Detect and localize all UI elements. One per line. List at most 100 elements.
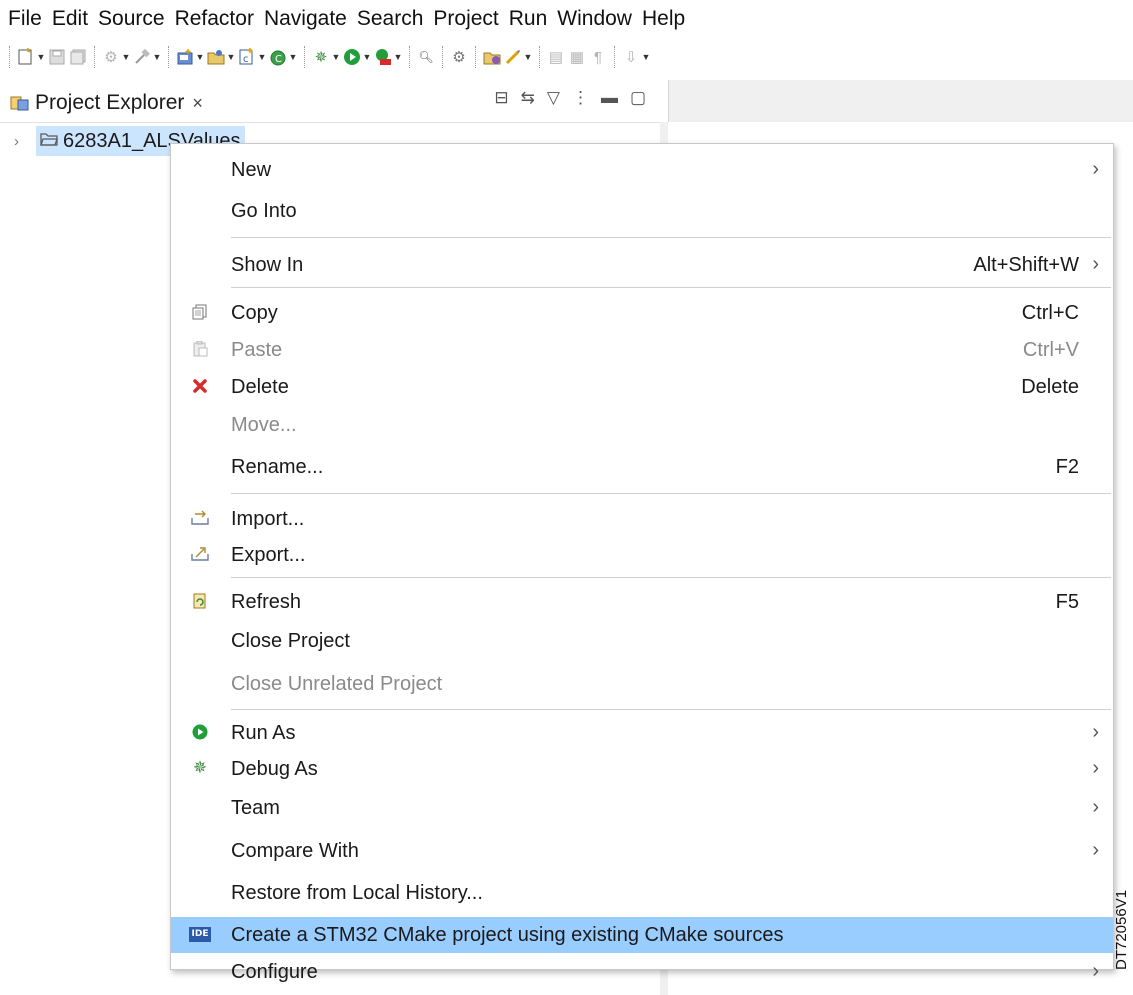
pen-icon bbox=[503, 47, 523, 67]
menu-search[interactable]: Search bbox=[352, 7, 429, 31]
project-explorer-icon bbox=[10, 94, 30, 112]
paste-icon bbox=[189, 338, 211, 360]
menu-item-paste[interactable]: Paste Ctrl+V bbox=[171, 332, 1113, 368]
chevron-right-icon: › bbox=[1092, 960, 1099, 982]
save-button[interactable] bbox=[47, 43, 67, 71]
chevron-down-icon[interactable]: ▼ bbox=[121, 47, 131, 67]
maximize-icon[interactable]: ▢ bbox=[630, 88, 646, 108]
new-file-icon bbox=[16, 47, 36, 67]
chevron-down-icon[interactable]: ▼ bbox=[288, 47, 298, 67]
debug-icon: ✵ bbox=[192, 758, 208, 777]
menu-navigate[interactable]: Navigate bbox=[259, 7, 352, 31]
chevron-right-icon[interactable]: › bbox=[14, 133, 36, 150]
device-config-button[interactable]: ⚙ bbox=[449, 43, 469, 71]
toggle-block-button[interactable]: ▦ bbox=[567, 43, 587, 71]
menu-project[interactable]: Project bbox=[428, 7, 503, 31]
run-toolbar-button[interactable]: ▼ bbox=[342, 43, 372, 71]
chevron-down-icon[interactable]: ▼ bbox=[393, 47, 403, 67]
menu-item-label: Show In bbox=[231, 254, 304, 276]
block-icon: ▦ bbox=[569, 49, 585, 66]
toggle-breadcrumb-button[interactable]: ▤ bbox=[546, 43, 566, 71]
pen-tool-button[interactable]: ▼ bbox=[503, 43, 533, 71]
filter-icon[interactable]: ▽ bbox=[547, 88, 560, 108]
menu-item-compare-with[interactable]: Compare With › bbox=[171, 833, 1113, 869]
menu-item-label: Export... bbox=[231, 544, 306, 566]
menu-item-rename[interactable]: Rename... F2 bbox=[171, 449, 1113, 485]
menu-item-import[interactable]: Import... bbox=[171, 501, 1113, 537]
chevron-down-icon[interactable]: ▼ bbox=[362, 47, 372, 67]
menu-item-label: Delete bbox=[231, 376, 289, 398]
menu-item-shortcut: Delete bbox=[1021, 376, 1079, 398]
menu-help[interactable]: Help bbox=[637, 7, 690, 31]
chevron-down-icon[interactable]: ▼ bbox=[226, 47, 236, 67]
search-toolbar-button[interactable]: 🔍︎ bbox=[416, 43, 436, 71]
menu-edit[interactable]: Edit bbox=[47, 7, 93, 31]
new-class-icon: C bbox=[268, 47, 288, 67]
link-with-editor-icon[interactable]: ⇆ bbox=[521, 88, 535, 108]
chevron-down-icon[interactable]: ▼ bbox=[331, 47, 341, 67]
chevron-down-icon[interactable]: ▼ bbox=[257, 47, 267, 67]
view-menu-icon[interactable]: ⋮ bbox=[572, 88, 589, 108]
menu-item-go-into[interactable]: Go Into bbox=[171, 193, 1113, 229]
menu-file[interactable]: File bbox=[0, 7, 47, 31]
ide-icon: IDE bbox=[189, 923, 211, 945]
build-button[interactable]: ▼ bbox=[132, 43, 162, 71]
save-all-button[interactable] bbox=[68, 43, 88, 71]
external-tools-button[interactable]: ▼ bbox=[373, 43, 403, 71]
menu-source[interactable]: Source bbox=[93, 7, 170, 31]
main-toolbar: ▼ ⚙ ▼ ▼ ▼ ▼ c ▼ C ▼ ✵ ▼ ▼ ▼ 🔍︎ ⚙ ▼ ▤ ▦ ¶… bbox=[0, 40, 1133, 74]
minimize-icon[interactable]: ▬ bbox=[601, 88, 618, 108]
menu-item-shortcut: Ctrl+V bbox=[1022, 339, 1079, 361]
menu-item-show-in[interactable]: Show In Alt+Shift+W › bbox=[171, 247, 1113, 283]
save-all-icon bbox=[68, 47, 88, 67]
new-source-file-button[interactable]: c ▼ bbox=[237, 43, 267, 71]
chevron-right-icon: › bbox=[1092, 796, 1099, 818]
document-id-label: DT72056V1 bbox=[1113, 889, 1130, 970]
menu-item-move[interactable]: Move... bbox=[171, 407, 1113, 443]
toolbar-separator bbox=[475, 46, 477, 68]
menu-window[interactable]: Window bbox=[552, 7, 637, 31]
menu-item-close-project[interactable]: Close Project bbox=[171, 623, 1113, 659]
menu-item-run-as[interactable]: Run As › bbox=[171, 715, 1113, 751]
open-perspective-button[interactable] bbox=[482, 43, 502, 71]
new-button[interactable]: ▼ bbox=[16, 43, 46, 71]
gear-icon: ⚙ bbox=[104, 49, 118, 66]
close-icon[interactable]: × bbox=[192, 93, 203, 114]
show-whitespace-button[interactable]: ¶ bbox=[588, 43, 608, 71]
chevron-down-icon[interactable]: ▼ bbox=[152, 47, 162, 67]
build-config-button[interactable]: ⚙ ▼ bbox=[101, 43, 131, 71]
svg-text:c: c bbox=[243, 54, 249, 65]
menu-item-label: Go Into bbox=[231, 200, 297, 222]
tab-label: Project Explorer bbox=[35, 91, 185, 114]
new-source-folder-button[interactable]: ▼ bbox=[206, 43, 236, 71]
chevron-right-icon: › bbox=[1092, 757, 1099, 779]
menu-run[interactable]: Run bbox=[504, 7, 553, 31]
menu-item-create-cmake-project[interactable]: IDE Create a STM32 CMake project using e… bbox=[171, 917, 1113, 953]
menu-item-export[interactable]: Export... bbox=[171, 537, 1113, 573]
collapse-all-icon[interactable]: ⊟ bbox=[494, 88, 508, 108]
chevron-down-icon[interactable]: ▼ bbox=[195, 47, 205, 67]
menu-item-copy[interactable]: Copy Ctrl+C bbox=[171, 295, 1113, 331]
chevron-down-icon[interactable]: ▼ bbox=[641, 47, 651, 67]
menu-item-restore-history[interactable]: Restore from Local History... bbox=[171, 875, 1113, 911]
next-annotation-button[interactable]: ⇩ ▼ bbox=[621, 43, 651, 71]
chevron-down-icon[interactable]: ▼ bbox=[36, 47, 46, 67]
refresh-icon bbox=[189, 590, 211, 612]
menu-item-team[interactable]: Team › bbox=[171, 790, 1113, 826]
chevron-down-icon[interactable]: ▼ bbox=[523, 47, 533, 67]
menu-separator bbox=[231, 237, 1111, 238]
new-c-project-button[interactable]: ▼ bbox=[175, 43, 205, 71]
debug-toolbar-button[interactable]: ✵ ▼ bbox=[311, 43, 341, 71]
menu-refactor[interactable]: Refactor bbox=[170, 7, 259, 31]
menu-item-refresh[interactable]: Refresh F5 bbox=[171, 584, 1113, 620]
menu-item-new[interactable]: New › bbox=[171, 152, 1113, 188]
menu-item-delete[interactable]: Delete Delete bbox=[171, 369, 1113, 405]
context-menu: New › Go Into Show In Alt+Shift+W › Copy… bbox=[170, 143, 1114, 983]
chevron-right-icon: › bbox=[1092, 839, 1099, 861]
import-icon bbox=[189, 507, 211, 529]
menu-item-close-unrelated[interactable]: Close Unrelated Project bbox=[171, 666, 1113, 702]
tab-project-explorer[interactable]: Project Explorer × bbox=[10, 86, 203, 120]
menu-item-configure[interactable]: Configure › bbox=[171, 954, 1113, 990]
new-class-button[interactable]: C ▼ bbox=[268, 43, 298, 71]
menu-item-debug-as[interactable]: ✵ Debug As › bbox=[171, 751, 1113, 787]
